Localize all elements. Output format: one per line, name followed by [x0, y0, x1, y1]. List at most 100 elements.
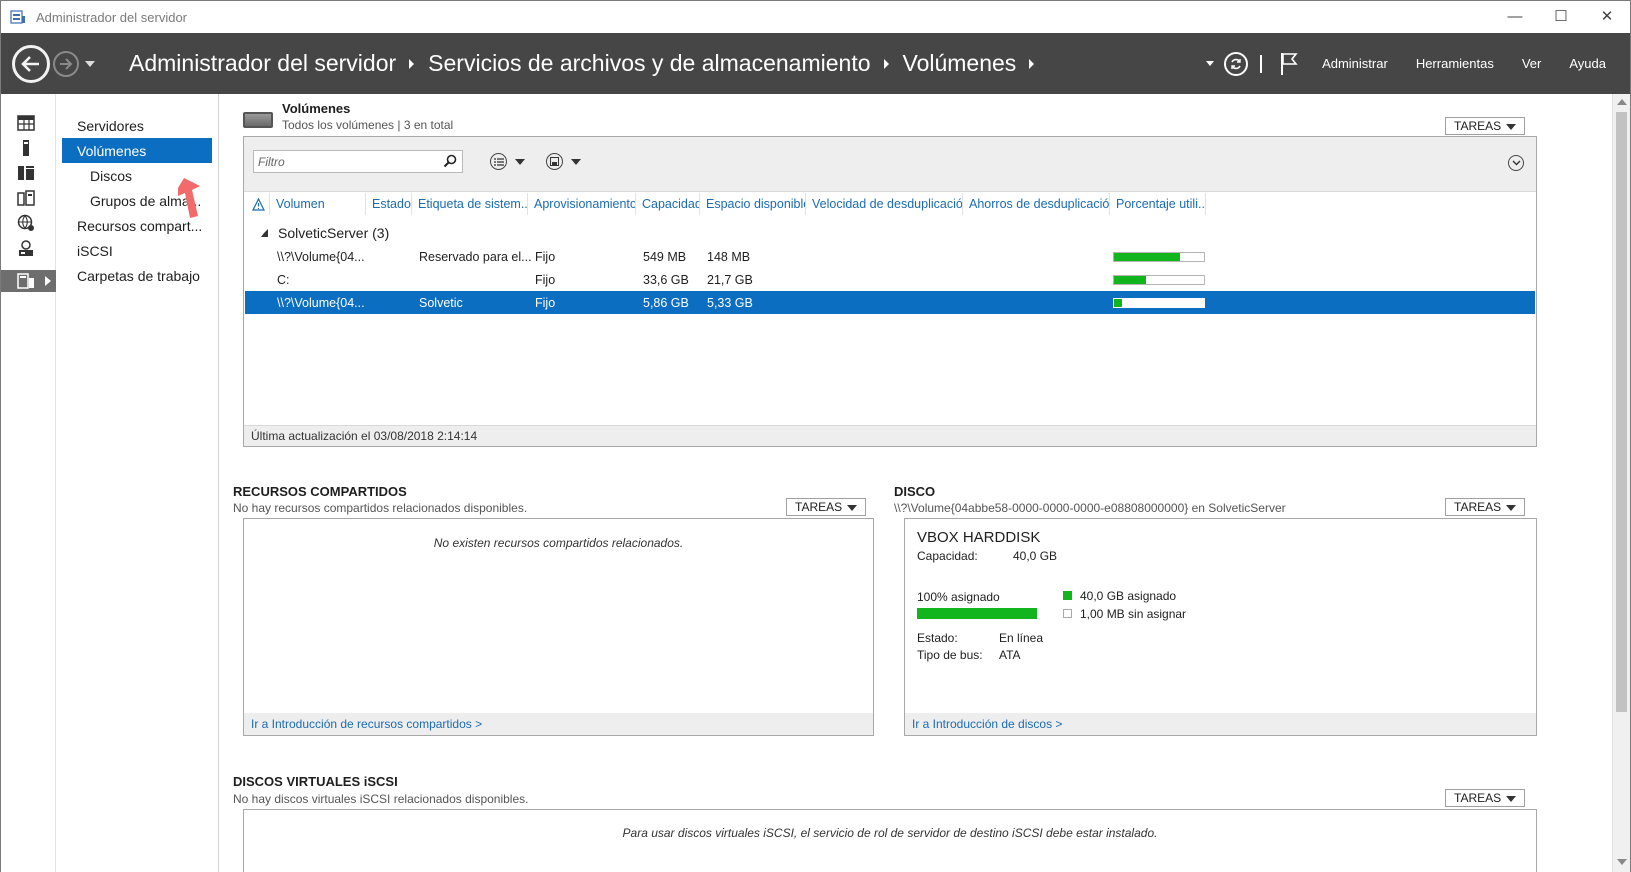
save-icon	[550, 157, 559, 166]
disk-title: DISCO	[894, 484, 936, 499]
tasks-label: TAREAS	[1454, 500, 1502, 514]
menu-help[interactable]: Ayuda	[1569, 56, 1606, 71]
minimize-button[interactable]: —	[1492, 1, 1538, 31]
iis-icon[interactable]	[17, 214, 35, 232]
menu-view[interactable]: Ver	[1522, 56, 1542, 71]
maximize-button[interactable]: ☐	[1538, 1, 1584, 31]
shares-title: RECURSOS COMPARTIDOS	[233, 484, 407, 499]
disk-bus-label: Tipo de bus:	[917, 648, 983, 662]
storage-rail-item-active[interactable]	[1, 270, 56, 292]
shares-footer: Ir a Introducción de recursos compartido…	[244, 713, 873, 735]
breadcrumb-server-manager[interactable]: Administrador del servidor	[129, 50, 396, 77]
arrow-left-icon	[21, 55, 39, 72]
chevron-down-icon	[1506, 796, 1516, 802]
history-dropdown-icon[interactable]	[85, 60, 95, 67]
scroll-down-icon[interactable]	[1617, 859, 1627, 865]
disk-tasks-button[interactable]: TAREAS	[1445, 498, 1525, 516]
save-query-button[interactable]	[546, 153, 581, 170]
warning-icon	[252, 197, 265, 211]
column-header-free-space[interactable]: Espacio disponible	[700, 193, 806, 215]
column-header-volume[interactable]: Volumen	[270, 193, 366, 215]
vertical-scrollbar[interactable]	[1612, 94, 1630, 872]
shares-empty-message: No existen recursos compartidos relacion…	[433, 536, 684, 550]
column-header-percent-used[interactable]: Porcentaje utili...	[1110, 193, 1206, 215]
refresh-arrows-icon	[1231, 58, 1241, 69]
column-header-label[interactable]: Etiqueta de sistem...	[412, 193, 528, 215]
server-group-row[interactable]: SolveticServer (3)	[244, 223, 389, 243]
query-options-button[interactable]	[490, 153, 525, 170]
column-header-provisioning[interactable]: Aprovisionamiento	[528, 193, 636, 215]
list-icon	[493, 157, 504, 166]
chevron-down-icon	[1512, 160, 1520, 166]
shares-tasks-button[interactable]: TAREAS	[786, 498, 866, 516]
cell-provisioning: Fijo	[535, 295, 556, 310]
cell-capacity: 549 MB	[643, 249, 687, 264]
volumes-subtitle: Todos los volúmenes | 3 en total	[282, 118, 454, 132]
server-icon[interactable]	[17, 139, 35, 157]
server-manager-window: Administrador del servidor — ☐ ✕ Adminis…	[0, 0, 1631, 872]
expand-arrow-icon	[45, 276, 51, 286]
cell-free-space: 148 MB	[707, 249, 751, 264]
table-row[interactable]: \\?\Volume{04... Reservado para el... Fi…	[245, 245, 1535, 268]
expand-collapse-button[interactable]	[1508, 155, 1524, 171]
scroll-up-icon[interactable]	[1617, 99, 1627, 105]
search-icon[interactable]	[443, 154, 457, 168]
nav-item-volumes[interactable]: Volúmenes	[62, 138, 212, 163]
forward-button[interactable]	[53, 50, 79, 77]
last-update-status: Última actualización el 03/08/2018 2:14:…	[244, 425, 1536, 446]
server-manager-app-icon	[10, 10, 25, 24]
chevron-down-icon	[515, 158, 525, 165]
disk-name: VBOX HARDDISK	[917, 529, 1041, 546]
chevron-right-icon	[883, 58, 889, 69]
header-separator	[1260, 54, 1263, 73]
table-row-selected[interactable]: \\?\Volume{04... Solvetic Fijo 5,86 GB 5…	[245, 291, 1535, 314]
column-header-dedup-rate[interactable]: Velocidad de desduplicación	[806, 193, 963, 215]
nav-item-servers[interactable]: Servidores	[62, 113, 212, 138]
close-button[interactable]: ✕	[1584, 1, 1630, 31]
column-header-status[interactable]: Estado	[366, 193, 412, 215]
cell-volume: \\?\Volume{04...	[277, 295, 365, 310]
tasks-label: TAREAS	[795, 500, 843, 514]
remote-access-icon[interactable]	[17, 239, 35, 257]
all-servers-icon[interactable]	[17, 164, 35, 182]
notifications-flag-icon[interactable]	[1280, 52, 1298, 76]
column-header-capacity[interactable]: Capacidad	[636, 193, 700, 215]
volumes-tasks-button[interactable]: TAREAS	[1445, 117, 1525, 135]
shares-getting-started-link[interactable]: Ir a Introducción de recursos compartido…	[251, 717, 482, 731]
iscsi-empty-message: Para usar discos virtuales iSCSI, el ser…	[622, 826, 1158, 840]
nav-item-work-folders[interactable]: Carpetas de trabajo	[62, 263, 212, 288]
usage-bar-fill	[1114, 253, 1180, 261]
chevron-down-icon	[1506, 505, 1516, 511]
cell-capacity: 5,86 GB	[643, 295, 689, 310]
menu-tools[interactable]: Herramientas	[1416, 56, 1494, 71]
chevron-down-icon	[847, 505, 857, 511]
refresh-icon[interactable]	[1224, 51, 1249, 76]
allocated-legend-swatch	[1063, 591, 1072, 600]
collapse-triangle-icon[interactable]	[261, 229, 268, 237]
chevron-right-icon	[1029, 58, 1035, 69]
shares-subtitle: No hay recursos compartidos relacionados…	[233, 501, 528, 515]
file-services-icon[interactable]	[17, 189, 35, 207]
column-header-dedup-savings[interactable]: Ahorros de desduplicación	[963, 193, 1110, 215]
filter-input[interactable]: Filtro	[253, 150, 463, 173]
scrollbar-thumb[interactable]	[1616, 112, 1627, 712]
breadcrumb-file-storage[interactable]: Servicios de archivos y de almacenamient…	[428, 50, 870, 77]
disk-capacity-value: 40,0 GB	[1013, 549, 1058, 563]
dashboard-icon[interactable]	[17, 114, 35, 132]
back-button[interactable]	[12, 44, 50, 83]
iscsi-tasks-button[interactable]: TAREAS	[1445, 789, 1525, 807]
table-row[interactable]: C: Fijo 33,6 GB 21,7 GB	[245, 268, 1535, 291]
nav-item-iscsi[interactable]: iSCSI	[62, 238, 212, 263]
breadcrumb-volumes[interactable]: Volúmenes	[903, 50, 1017, 77]
window-title: Administrador del servidor	[36, 9, 188, 25]
usage-bar	[1113, 275, 1205, 285]
header-bar: Administrador del servidor Servicios de …	[1, 33, 1630, 94]
usage-bar	[1113, 252, 1205, 262]
unallocated-legend-swatch	[1063, 609, 1072, 618]
disks-getting-started-link[interactable]: Ir a Introducción de discos >	[912, 717, 1062, 731]
warning-column-header[interactable]	[244, 193, 270, 215]
disk-status-value: En línea	[999, 631, 1044, 645]
disk-allocation-label: 100% asignado	[917, 590, 1000, 604]
header-dropdown-icon[interactable]	[1206, 61, 1215, 66]
menu-manage[interactable]: Administrar	[1322, 56, 1388, 71]
